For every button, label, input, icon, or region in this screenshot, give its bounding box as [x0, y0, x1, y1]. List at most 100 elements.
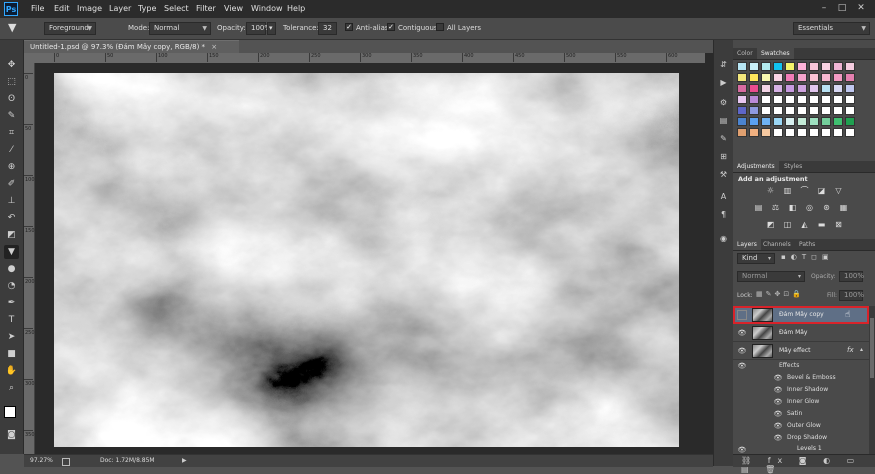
blend-mode-select[interactable]: Normal ▾	[737, 271, 805, 282]
menu-help[interactable]: Help	[287, 4, 305, 13]
menu-image[interactable]: Image	[77, 4, 102, 13]
quick-select-tool-icon[interactable]: ✎	[4, 109, 19, 123]
opacity-dropdown[interactable]: ▾	[267, 22, 276, 35]
dodge-tool-icon[interactable]: ◔	[4, 279, 19, 293]
color-swatch[interactable]	[833, 84, 843, 93]
effect-row[interactable]: 👁 Bevel & Emboss	[733, 372, 869, 384]
color-swatch[interactable]	[797, 62, 807, 71]
export-icon[interactable]	[62, 458, 70, 466]
color-swatch[interactable]	[785, 117, 795, 126]
eye-icon[interactable]: 👁	[773, 409, 783, 419]
color-swatch[interactable]	[833, 62, 843, 71]
color-swatch[interactable]	[833, 106, 843, 115]
layer-row-may-effect[interactable]: 👁 Mây effect fx ▴	[733, 342, 869, 360]
chevron-up-icon[interactable]: ▴	[860, 346, 863, 353]
hand-tool-icon[interactable]: ✋	[4, 364, 19, 378]
blur-tool-icon[interactable]: ●	[4, 262, 19, 276]
eye-icon[interactable]: 👁	[737, 361, 747, 371]
tool-presets-icon[interactable]: ⚒	[716, 168, 731, 181]
color-swatch[interactable]	[845, 62, 855, 71]
color-swatch[interactable]	[737, 128, 747, 137]
maximize-button[interactable]: □	[836, 3, 848, 14]
visibility-toggle[interactable]	[737, 310, 747, 320]
color-swatch[interactable]	[737, 73, 747, 82]
color-swatch[interactable]	[833, 117, 843, 126]
history-brush-tool-icon[interactable]: ↶	[4, 211, 19, 225]
channel-mixer-icon[interactable]: ⊛	[821, 202, 832, 213]
zoom-tool-icon[interactable]: ⌕	[4, 381, 19, 395]
eyedropper-tool-icon[interactable]: ⁄	[4, 143, 19, 157]
info-icon[interactable]: ▤	[716, 114, 731, 127]
close-button[interactable]: ✕	[855, 3, 867, 14]
history-icon[interactable]: ⇵	[716, 58, 731, 71]
color-swatch[interactable]	[785, 84, 795, 93]
brightness-icon[interactable]: ☼	[765, 185, 776, 196]
color-swatch[interactable]	[833, 128, 843, 137]
color-swatch[interactable]	[797, 73, 807, 82]
all-layers-checkbox[interactable]	[436, 23, 444, 31]
menu-filter[interactable]: Filter	[196, 4, 216, 13]
menu-view[interactable]: View	[224, 4, 243, 13]
pen-tool-icon[interactable]: ✒	[4, 296, 19, 310]
color-swatch[interactable]	[785, 62, 795, 71]
color-swatch[interactable]	[809, 62, 819, 71]
color-swatch[interactable]	[749, 128, 759, 137]
minimize-button[interactable]: –	[818, 3, 830, 14]
color-swatch[interactable]	[773, 62, 783, 71]
color-swatch[interactable]	[773, 128, 783, 137]
color-swatch[interactable]	[809, 95, 819, 104]
fill-source-select[interactable]: Foreground ▼	[44, 22, 96, 35]
color-swatch[interactable]	[737, 106, 747, 115]
eye-icon[interactable]: 👁	[773, 373, 783, 383]
tolerance-input[interactable]: 32	[318, 22, 337, 35]
eraser-tool-icon[interactable]: ◩	[4, 228, 19, 242]
eye-icon[interactable]: 👁	[737, 328, 747, 338]
color-swatch[interactable]	[821, 106, 831, 115]
effect-row[interactable]: 👁 Inner Glow	[733, 396, 869, 408]
fill-input[interactable]: 100%	[839, 290, 864, 301]
color-swatch[interactable]	[821, 117, 831, 126]
layer-row-dam-may-copy[interactable]: Đám Mây copy ☝	[733, 306, 869, 324]
color-balance-icon[interactable]: ⚖	[770, 202, 781, 213]
fx-badge[interactable]: fx	[847, 346, 854, 354]
color-swatch[interactable]	[809, 128, 819, 137]
color-lookup-icon[interactable]: ▦	[838, 202, 849, 213]
document-tab[interactable]: Untitled-1.psd @ 97.3% (Đám Mây copy, RG…	[24, 40, 239, 53]
effect-row[interactable]: 👁 Inner Shadow	[733, 384, 869, 396]
paint-bucket-tool-icon[interactable]: ▼	[4, 245, 19, 259]
color-swatch[interactable]	[809, 73, 819, 82]
effect-row[interactable]: 👁 Outer Glow	[733, 420, 869, 432]
color-swatch[interactable]	[845, 95, 855, 104]
clone-stamp-tool-icon[interactable]: ⊥	[4, 194, 19, 208]
color-swatch[interactable]	[845, 117, 855, 126]
paint-bucket-icon[interactable]: ▼	[8, 21, 16, 34]
opacity-input[interactable]: 100%	[246, 22, 271, 35]
eye-icon[interactable]: 👁	[773, 385, 783, 395]
layer-opacity-input[interactable]: 100%	[839, 271, 864, 282]
color-swatch[interactable]	[749, 62, 759, 71]
color-swatch[interactable]	[797, 95, 807, 104]
foreground-color-swatch[interactable]	[4, 406, 16, 418]
color-swatch[interactable]	[773, 95, 783, 104]
tab-channels[interactable]: Channels	[759, 239, 795, 250]
color-swatch[interactable]	[737, 62, 747, 71]
color-swatch[interactable]	[749, 84, 759, 93]
eye-icon[interactable]: 👁	[737, 346, 747, 356]
photo-filter-icon[interactable]: ◎	[804, 202, 815, 213]
color-swatch[interactable]	[833, 73, 843, 82]
workspace-select[interactable]: Essentials ▼	[793, 22, 870, 35]
color-swatch[interactable]	[785, 95, 795, 104]
color-swatch[interactable]	[845, 128, 855, 137]
brush-tool-icon[interactable]: ✐	[4, 177, 19, 191]
mode-select[interactable]: Normal ▼	[149, 22, 211, 35]
clone-source-icon[interactable]: ⊞	[716, 150, 731, 163]
color-swatch[interactable]	[821, 95, 831, 104]
type-tool-icon[interactable]: T	[4, 313, 19, 327]
color-swatch[interactable]	[761, 117, 771, 126]
tab-paths[interactable]: Paths	[795, 239, 819, 250]
scrollbar-thumb[interactable]	[870, 318, 874, 378]
tab-swatches[interactable]: Swatches	[757, 48, 794, 59]
healing-brush-tool-icon[interactable]: ⊕	[4, 160, 19, 174]
exposure-icon[interactable]: ◪	[816, 185, 827, 196]
color-swatch[interactable]	[821, 128, 831, 137]
